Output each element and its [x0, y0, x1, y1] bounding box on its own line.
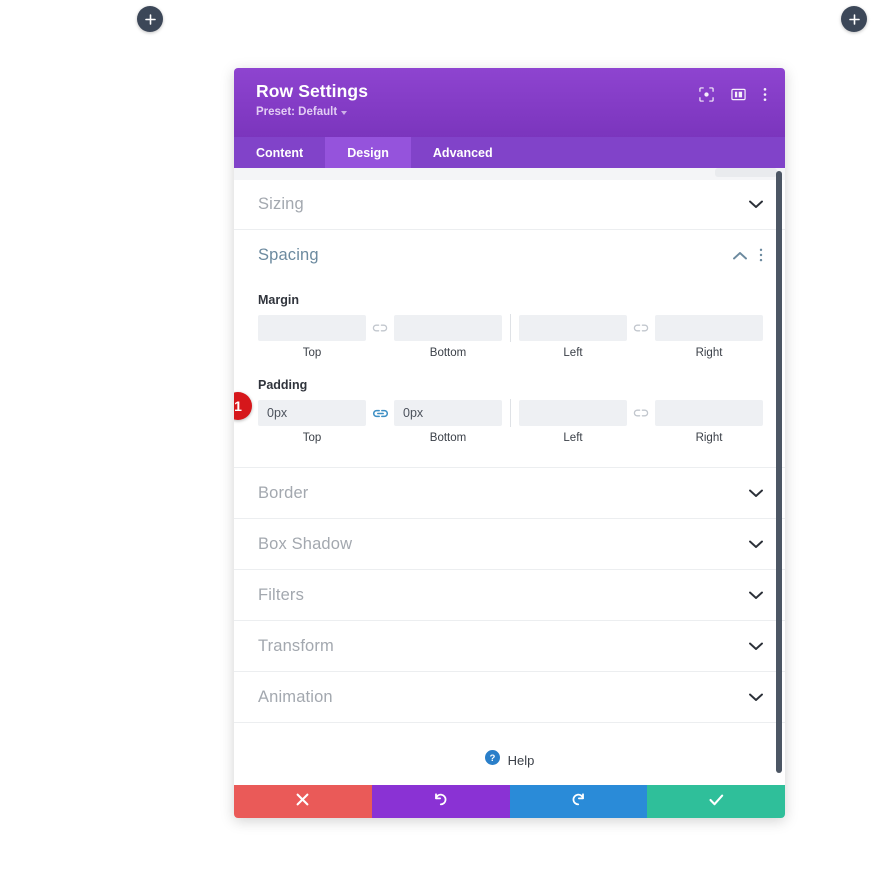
section-toggle-filters[interactable]: Filters [234, 570, 785, 621]
settings-sections: Sizing Spacing 1 Margin Top Bottom Left … [234, 168, 785, 785]
margin-left-caption: Left [563, 347, 583, 359]
margin-left-right-pair: Left Right [519, 315, 763, 359]
section-label-box-shadow: Box Shadow [258, 534, 353, 553]
padding-label: Padding [258, 378, 308, 392]
margin-label: Margin [258, 293, 299, 307]
divider [510, 314, 511, 342]
plus-icon [848, 13, 860, 25]
modal-body: Sizing Spacing 1 Margin Top Bottom Left … [234, 168, 785, 785]
svg-text:?: ? [489, 753, 495, 763]
layout-columns-icon[interactable] [731, 87, 746, 107]
spacing-panel: 1 Margin Top Bottom Left Right Padding 0… [234, 280, 785, 468]
preset-label: Preset: Default [256, 105, 338, 118]
divider [510, 399, 511, 427]
margin-top-caption: Top [302, 347, 322, 359]
margin-bottom-input[interactable] [394, 315, 502, 341]
plus-icon [144, 13, 156, 25]
step-badge: 1 [234, 392, 252, 420]
padding-bottom-input[interactable] [394, 400, 502, 426]
modal-header: Row Settings Preset: Default [234, 68, 785, 137]
check-icon [709, 793, 724, 811]
padding-top-input[interactable] [258, 400, 366, 426]
padding-left-right-link-icon[interactable] [627, 408, 655, 418]
add-row-button-left[interactable] [137, 6, 163, 32]
padding-left-input[interactable] [519, 400, 627, 426]
help-label: Help [507, 752, 535, 768]
undo-icon [433, 792, 448, 812]
tab-content[interactable]: Content [234, 137, 325, 168]
section-label-sizing: Sizing [258, 195, 304, 213]
page-title: Row Settings [256, 81, 369, 101]
focus-target-icon[interactable] [699, 87, 714, 107]
tab-advanced[interactable]: Advanced [411, 137, 515, 168]
preset-selector[interactable]: Preset: Default [256, 106, 368, 118]
margin-top-input[interactable] [258, 315, 366, 341]
margin-fields: Top Bottom Left Right [258, 314, 763, 360]
header-actions [699, 87, 767, 107]
section-toggle-transform[interactable]: Transform [234, 621, 785, 672]
help-row[interactable]: ? Help [234, 723, 785, 785]
more-vertical-icon[interactable] [763, 87, 767, 107]
padding-right-input[interactable] [655, 400, 763, 426]
padding-left-caption: Left [563, 432, 583, 444]
redo-icon [571, 792, 586, 812]
chevron-up-icon [733, 251, 747, 260]
section-toggle-spacing[interactable]: Spacing [234, 230, 785, 280]
vertical-scrollbar[interactable] [776, 171, 782, 773]
chevron-down-icon [749, 489, 763, 498]
row-settings-modal: Row Settings Preset: Default Content Des… [234, 68, 785, 818]
more-vertical-icon[interactable] [759, 248, 763, 262]
margin-top-bottom-pair: Top Bottom [258, 315, 502, 359]
padding-top-bottom-pair: Top Bottom [258, 400, 502, 444]
chevron-down-icon [749, 200, 763, 209]
padding-fields: Top Bottom [258, 399, 763, 445]
padding-top-bottom-link-icon[interactable] [366, 408, 394, 419]
margin-right-input[interactable] [655, 315, 763, 341]
section-label-spacing: Spacing [258, 245, 319, 264]
section-toggle-box-shadow[interactable]: Box Shadow [234, 519, 785, 570]
section-label-animation: Animation [258, 687, 333, 706]
section-label-border: Border [258, 483, 309, 502]
modal-footer [234, 785, 785, 818]
save-button[interactable] [647, 785, 785, 818]
section-label-filters: Filters [258, 585, 304, 604]
padding-top-caption: Top [302, 432, 322, 444]
undo-button[interactable] [371, 785, 510, 818]
chevron-down-icon [749, 642, 763, 651]
section-toggle-sizing[interactable]: Sizing [234, 179, 785, 230]
padding-left-right-pair: Left Right [519, 400, 763, 444]
padding-bottom-caption: Bottom [429, 432, 467, 444]
section-toggle-animation[interactable]: Animation [234, 672, 785, 723]
section-label-transform: Transform [258, 636, 334, 655]
margin-left-input[interactable] [519, 315, 627, 341]
margin-right-caption: Right [695, 347, 723, 359]
section-toggle-border[interactable]: Border [234, 468, 785, 519]
chevron-down-icon [341, 110, 348, 115]
close-icon [296, 793, 309, 811]
chevron-down-icon [749, 540, 763, 549]
margin-bottom-caption: Bottom [429, 347, 467, 359]
header-titles: Row Settings Preset: Default [256, 81, 368, 118]
add-row-button-right[interactable] [841, 6, 867, 32]
margin-left-right-link-icon[interactable] [627, 323, 655, 333]
chevron-down-icon [749, 591, 763, 600]
tab-design[interactable]: Design [325, 137, 411, 168]
redo-button[interactable] [509, 785, 648, 818]
chevron-down-icon [749, 693, 763, 702]
cancel-button[interactable] [234, 785, 372, 818]
padding-right-caption: Right [695, 432, 723, 444]
tab-bar: Content Design Advanced [234, 137, 785, 168]
margin-top-bottom-link-icon[interactable] [366, 323, 394, 333]
help-circle-icon: ? [484, 750, 500, 770]
